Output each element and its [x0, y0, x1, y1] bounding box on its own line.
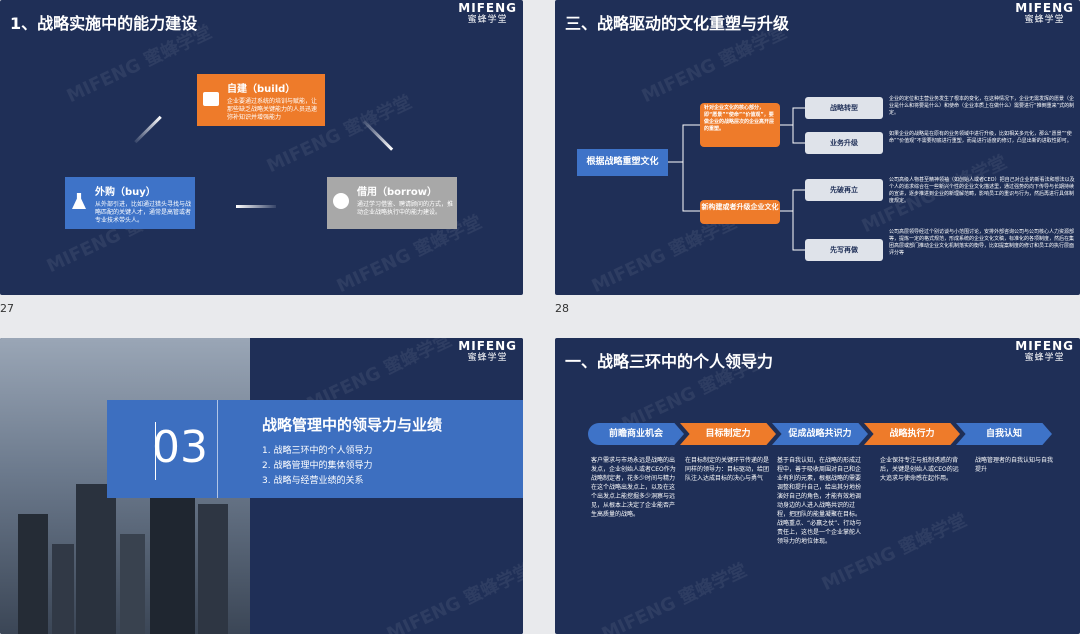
build-box: 自建（build） 企业要通过系统的培训与赋能，让那些缺乏战略关键能力的人员迅速… [197, 74, 325, 126]
step-chevron: 自我认知 [956, 423, 1052, 445]
page-number: 27 [0, 302, 14, 315]
arrow-down-right-icon [362, 120, 394, 151]
leaf-desc: 企业的定位和主营业务发生了根本的变化，在这种情况下，企业无需发挥的愿景（企业是什… [889, 96, 1075, 116]
build-desc: 企业要通过系统的培训与赋能，让那些缺乏战略关键能力的人员迅速弥补知识并增强能力 [227, 98, 318, 121]
branch-node: 新构建或者升级企业文化 [700, 200, 780, 224]
step-text: 企业保持专注与抵制诱惑的背后，关键是创始人或CEO的远大追求与使命感在起作用。 [880, 457, 959, 482]
build-title: 自建（build） [227, 84, 296, 95]
leaf-desc: 公司高级人物甚至精神领袖（如创始人或者CEO）把自己对企业的新看法和想法以及个人… [889, 177, 1075, 204]
slide-27[interactable]: MIFENG 蜜蜂学堂 MIFENG 蜜蜂学堂 MIFENG 蜜蜂学堂 MIFE… [0, 0, 523, 295]
leaf-desc: 公司高层领导经过个别访谈与小范围讨论，安排外部咨询公司与公司核心人力资源部等，提… [889, 229, 1075, 256]
buy-title: 外购（buy） [95, 187, 156, 198]
logo: MIFENG 蜜蜂学堂 [458, 339, 517, 364]
step-text: 基于自我认知，在战略的形成过程中，善于吸收周围对自己和企业有利的元素，根据战略的… [777, 457, 862, 545]
slide-28[interactable]: MIFENG 蜜蜂学堂 MIFENG 蜜蜂学堂 MIFENG 蜜蜂学堂 三、战略… [555, 0, 1080, 295]
leaf-node: 战略转型 [805, 97, 883, 119]
arrow-left-icon [236, 205, 276, 208]
slide-personal-leadership[interactable]: MIFENG 蜜蜂学堂 MIFENG 蜜蜂学堂 MIFENG 蜜蜂学堂 一、战略… [555, 338, 1080, 634]
logo: MIFENG 蜜蜂学堂 [1015, 339, 1074, 364]
root-node: 根据战略重塑文化 [577, 149, 668, 176]
arrow-up-right-icon [134, 115, 162, 144]
borrow-box: 借用（borrow） 通过学习借鉴、聘请顾问的方式，推动企业战略执行中的能力建设… [327, 177, 457, 229]
section-title: 战略管理中的领导力与业绩 [262, 416, 443, 434]
leaf-node: 先破再立 [805, 179, 883, 201]
slide-section-03[interactable]: MIFENG 蜜蜂学堂 MIFENG 蜜蜂学堂 MIFENG 蜜蜂学堂 03 战… [0, 338, 523, 634]
printer-icon [203, 92, 219, 106]
section-number: 03 [152, 422, 208, 473]
step-text: 在目标制定的关键环节传递的是同样的领导力：目标驱动，给团队注入达成目标的决心与勇… [685, 457, 770, 482]
leaf-desc: 如果企业的战略是在原有的业务领域中进行升级，比如相关多元化，那么“愿景”“使命”… [889, 131, 1072, 144]
leaf-node: 先写再做 [805, 239, 883, 261]
flask-icon [72, 193, 86, 209]
slide-title: 1、战略实施中的能力建设 [10, 14, 198, 33]
step-chevron: 前瞻商业机会 [588, 423, 684, 445]
step-text: 战略管理者的自我认知与自我提升 [975, 457, 1054, 473]
disc-icon [333, 193, 349, 209]
borrow-title: 借用（borrow） [357, 187, 437, 198]
section-items: 1. 战略三环中的个人领导力 2. 战略管理中的集体领导力 3. 战略与经营业绩… [262, 444, 372, 489]
buy-desc: 从外部引进，比如通过猎头寻找与战略匹配的关键人才，通常是高管或者专业技术带头人。 [95, 201, 192, 224]
section-item: 1. 战略三环中的个人领导力 [262, 446, 373, 456]
logo: MIFENG 蜜蜂学堂 [458, 1, 517, 26]
buy-box: 外购（buy） 从外部引进，比如通过猎头寻找与战略匹配的关键人才，通常是高管或者… [65, 177, 195, 229]
page-number: 28 [555, 302, 569, 315]
section-item: 3. 战略与经营业绩的关系 [262, 476, 364, 486]
watermark: MIFENG 蜜蜂学堂 [598, 559, 751, 634]
branch-node: 针对企业文化的核心部分，即“愿景”“使命”“价值观”，要做企业的战略层次的企业高… [700, 103, 780, 147]
step-chevron: 战略执行力 [864, 423, 960, 445]
borrow-desc: 通过学习借鉴、聘请顾问的方式，推动企业战略执行中的能力建设。 [357, 201, 454, 216]
leaf-node: 业务升级 [805, 132, 883, 154]
step-chevron: 促成战略共识力 [772, 423, 868, 445]
slide-title: 一、战略三环中的个人领导力 [565, 352, 774, 371]
section-item: 2. 战略管理中的集体领导力 [262, 461, 373, 471]
section-band: 03 战略管理中的领导力与业绩 1. 战略三环中的个人领导力 2. 战略管理中的… [107, 400, 523, 498]
step-chevron: 目标制定力 [680, 423, 776, 445]
step-text: 客户需求与市场永远是战略的出发点，企业创始人或者CEO作为战略制定者，花多少时间… [591, 457, 676, 518]
